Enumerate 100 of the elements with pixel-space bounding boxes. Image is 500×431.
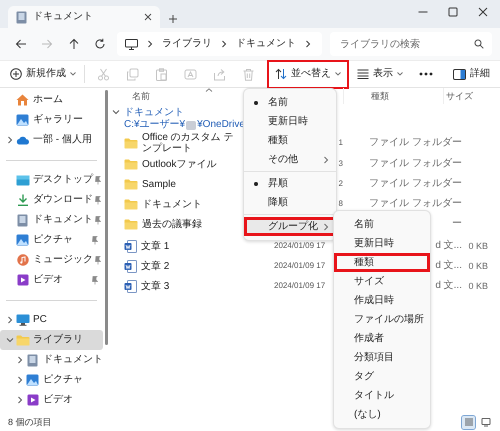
folder-icon [124, 158, 138, 170]
bullet-icon [254, 100, 258, 104]
chevron-icon [16, 376, 22, 384]
sidebar-item[interactable]: ドキュメント [0, 210, 103, 230]
menu-item[interactable]: 種類 [334, 253, 430, 272]
details-button[interactable]: 詳細 [449, 62, 494, 86]
word-document-icon [124, 260, 137, 272]
file-name[interactable]: 文章 1 [141, 240, 170, 252]
file-name[interactable]: ドキュメント [142, 198, 202, 210]
breadcrumb-item[interactable]: ドキュメント [236, 38, 296, 50]
close-icon[interactable] [144, 13, 152, 21]
scrollbar-thumb[interactable] [105, 90, 108, 345]
refresh-icon[interactable] [94, 38, 106, 50]
menu-item[interactable]: 昇順 [244, 174, 336, 193]
type-text: ファイル フォルダー [369, 178, 462, 189]
menu-item[interactable]: 更新日時 [334, 234, 430, 253]
sidebar-item[interactable]: ダウンロード [0, 190, 103, 210]
menu-item[interactable]: 種類 [244, 131, 336, 150]
chevron-icon [112, 109, 120, 115]
folder-icon [124, 198, 138, 210]
image-icon [26, 374, 39, 386]
document-icon [16, 10, 27, 24]
menu-item[interactable]: その他 [244, 150, 336, 169]
chevron-icon [6, 316, 12, 324]
folder-icon [16, 334, 30, 346]
details-view-button[interactable] [462, 416, 475, 428]
column-header[interactable]: サイズ [446, 90, 473, 102]
group-toggle[interactable] [112, 109, 120, 115]
item-count: 8 個の項目 [8, 416, 52, 428]
path-text: ¥OneDrive [197, 119, 245, 131]
sidebar-item[interactable]: ライブラリ [0, 330, 103, 350]
monitor-icon [125, 38, 138, 50]
menu-item[interactable]: サイズ [334, 272, 430, 291]
menu-item[interactable]: 作成日時 [334, 291, 430, 310]
menu-item[interactable]: (なし) [334, 405, 430, 424]
image-icon [16, 234, 29, 246]
sidebar-item[interactable]: デスクトップ [0, 170, 103, 190]
sidebar-item[interactable]: ドキュメント [0, 350, 103, 370]
sidebar-item[interactable]: PC [0, 310, 103, 330]
type-text: ー [452, 218, 462, 229]
view-button[interactable]: 表示 [353, 62, 407, 86]
file-name[interactable]: 過去の議事録 [142, 218, 202, 230]
menu-item[interactable]: 作成者 [334, 329, 430, 348]
date-text: 2024/01/09 17 [274, 281, 326, 290]
file-name[interactable]: 文章 2 [141, 260, 170, 272]
menu-item[interactable]: タイトル [334, 386, 430, 405]
type-text: ファイル フォルダー [369, 198, 462, 209]
search-field[interactable]: ライブラリの検索 [330, 32, 492, 56]
up-arrow-icon[interactable] [68, 38, 80, 50]
sidebar-item[interactable]: ピクチャ [0, 230, 103, 250]
search-input[interactable]: ライブラリの検索 [338, 33, 474, 55]
type-text: ファイル フォルダー [369, 137, 462, 148]
more-icon[interactable] [419, 72, 433, 76]
date-text: 3 [338, 159, 343, 168]
sidebar-item[interactable]: ギャラリー [0, 110, 103, 130]
menu-item[interactable]: 更新日時 [244, 112, 336, 131]
type-text: d 文... [435, 240, 462, 251]
menu-item[interactable]: グループ化 [244, 217, 336, 236]
date-text: 8 [338, 199, 343, 208]
group-title[interactable]: ドキュメント [124, 107, 245, 119]
file-name[interactable]: 文章 3 [141, 280, 170, 292]
details-pane-icon [453, 68, 466, 80]
tiles-view-button[interactable] [479, 416, 492, 428]
new-button[interactable]: 新規作成 [6, 62, 80, 86]
chevron-icon [6, 136, 12, 144]
sidebar-item[interactable]: ビデオ [0, 270, 103, 290]
column-header[interactable]: 種類 [371, 90, 389, 102]
menu-item[interactable]: 降順 [244, 193, 336, 212]
sidebar-item[interactable]: 一部 - 個人用 [0, 130, 103, 150]
back-arrow-icon[interactable] [15, 38, 28, 50]
menu-item[interactable]: タグ [334, 367, 430, 386]
column-header[interactable]: 名前 [132, 90, 150, 102]
bullet-icon [254, 182, 258, 186]
menu-item[interactable]: ファイルの場所 [334, 310, 430, 329]
music-icon [16, 254, 28, 266]
file-name[interactable]: Outlookファイル [142, 158, 216, 170]
breadcrumb-item[interactable]: ライブラリ [162, 38, 212, 50]
view-icon [480, 417, 490, 427]
search-icon [474, 39, 484, 49]
type-text: d 文... [435, 280, 462, 291]
chevron-icon [6, 337, 14, 343]
sidebar-item[interactable]: ミュージック [0, 250, 103, 270]
close-icon[interactable] [478, 7, 488, 17]
new-tab-icon[interactable] [168, 14, 178, 24]
maximize-icon[interactable] [448, 7, 458, 17]
sidebar-item[interactable]: ビデオ [0, 390, 103, 410]
size-text: 0 KB [468, 260, 488, 271]
window-tab[interactable]: ドキュメント [8, 6, 160, 28]
document-icon [27, 354, 38, 366]
sidebar-item[interactable]: ホーム [0, 90, 103, 110]
menu-item[interactable]: 名前 [244, 93, 336, 112]
sidebar-item[interactable]: ピクチャ [0, 370, 103, 390]
size-text: 0 KB [468, 240, 488, 251]
file-name[interactable]: Sample [142, 178, 176, 190]
menu-item[interactable]: 名前 [334, 215, 430, 234]
file-name[interactable]: Office のカスタム テンプレート [142, 132, 242, 154]
menu-item[interactable]: 分類項目 [334, 348, 430, 367]
tab-title: ドキュメント [33, 11, 94, 23]
pin-icon [93, 176, 101, 184]
address-bar[interactable]: ライブラリ ドキュメント [117, 32, 322, 56]
